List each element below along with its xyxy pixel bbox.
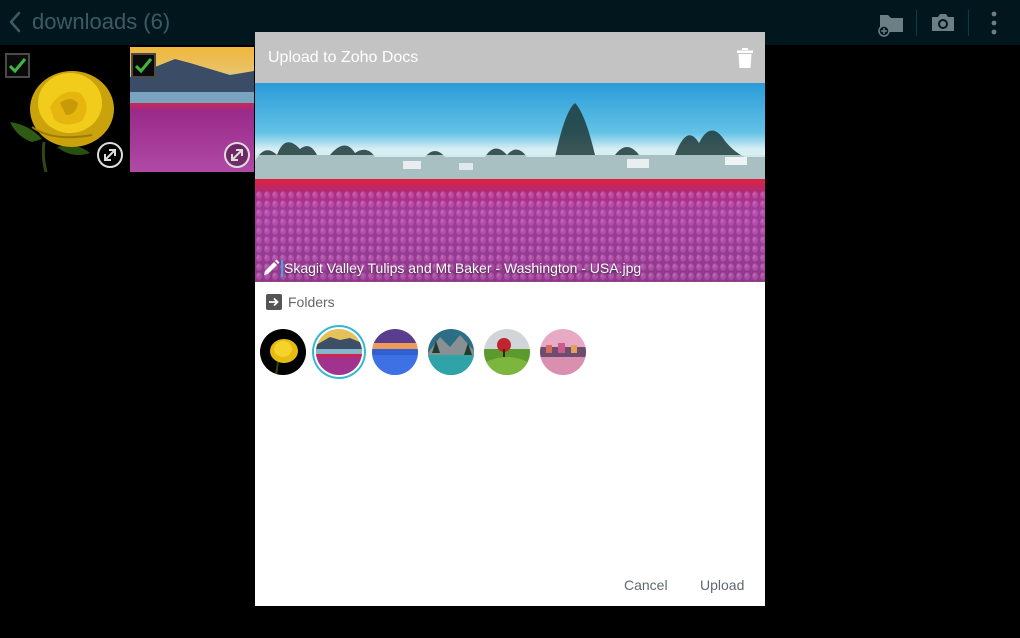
- image-thumbnail-strip: [260, 329, 596, 375]
- filename-field[interactable]: Skagit Valley Tulips and Mt Baker - Wash…: [284, 260, 641, 276]
- check-icon: [134, 58, 153, 74]
- folders-row[interactable]: Folders: [266, 294, 335, 310]
- camera-icon[interactable]: [926, 6, 960, 40]
- tulip-preview-image: [255, 83, 765, 282]
- thumbnail-yellow-rose[interactable]: [260, 329, 306, 375]
- gallery-thumbnail-tulips[interactable]: [130, 47, 254, 172]
- expand-icon[interactable]: [95, 140, 125, 170]
- selected-checkbox[interactable]: [5, 53, 30, 78]
- upload-button[interactable]: Upload: [700, 577, 744, 593]
- pencil-icon[interactable]: [262, 259, 280, 277]
- text-cursor: [281, 259, 283, 277]
- thumbnail-blue-flowers[interactable]: [372, 329, 418, 375]
- upload-dialog: Upload to Zoho Docs Skagit Valley Tulips…: [255, 32, 765, 606]
- thumbnail-red-tree-field[interactable]: [484, 329, 530, 375]
- waterfront-thumbnail-image: [540, 329, 586, 375]
- folder-arrow-icon: [266, 294, 282, 310]
- dialog-header: Upload to Zoho Docs: [255, 32, 765, 83]
- selected-checkbox[interactable]: [131, 53, 156, 78]
- filename-row[interactable]: Skagit Valley Tulips and Mt Baker - Wash…: [262, 259, 641, 277]
- gallery-thumbnail-rose[interactable]: [2, 47, 126, 172]
- thumbnail-tulip-field[interactable]: [316, 329, 362, 375]
- check-icon: [8, 58, 27, 74]
- separator: [968, 10, 969, 36]
- blue-flowers-thumbnail-image: [372, 329, 418, 375]
- rose-thumbnail-image: [260, 329, 306, 375]
- back-arrow-icon[interactable]: [4, 6, 28, 38]
- folders-label: Folders: [288, 294, 335, 310]
- dialog-title: Upload to Zoho Docs: [268, 49, 419, 66]
- thumbnail-mountain-lake[interactable]: [428, 329, 474, 375]
- thumbnail-waterfront-town[interactable]: [540, 329, 586, 375]
- separator: [916, 10, 917, 36]
- red-tree-thumbnail-image: [484, 329, 530, 375]
- overflow-menu-icon[interactable]: [977, 6, 1011, 40]
- tulip-thumbnail-image: [316, 329, 362, 375]
- new-folder-icon[interactable]: [874, 6, 908, 40]
- mountain-lake-thumbnail-image: [428, 329, 474, 375]
- expand-icon[interactable]: [222, 140, 252, 170]
- image-preview: Skagit Valley Tulips and Mt Baker - Wash…: [255, 83, 765, 282]
- trash-icon[interactable]: [737, 48, 753, 68]
- page-title: downloads (6): [32, 9, 171, 34]
- cancel-button[interactable]: Cancel: [624, 577, 668, 593]
